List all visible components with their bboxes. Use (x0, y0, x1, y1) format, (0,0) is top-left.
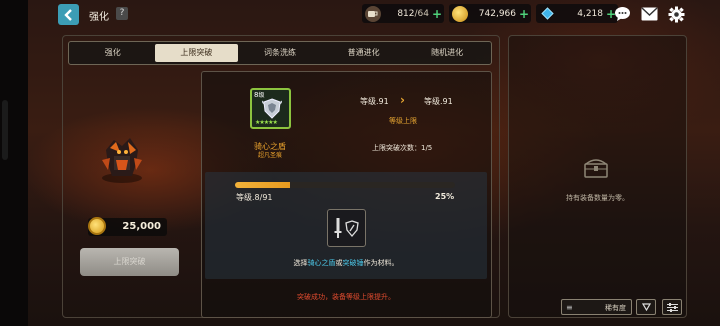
material-slot[interactable] (327, 209, 366, 247)
material-instruction: 选择骑心之盾或突破锤作为材料。 (293, 259, 399, 267)
gold-coin-icon (452, 5, 468, 22)
level-current: 等级.91 (360, 97, 389, 106)
cost-value: 25,000 (122, 221, 161, 232)
level-cap-label: 等级上限 (389, 117, 417, 125)
filter-button[interactable] (662, 299, 682, 315)
add-gold-button[interactable]: + (519, 7, 531, 21)
chest-icon (583, 154, 609, 180)
cost-display: 25,000 (88, 217, 167, 236)
triangle-down-icon (641, 303, 651, 311)
sword-icon (334, 218, 342, 238)
stamina-value: 812 (397, 8, 415, 19)
break-count: 上限突破次数：1/5 (372, 144, 433, 152)
gold-coin-icon (88, 217, 106, 235)
sort-dropdown[interactable]: ≡ 稀有度 (561, 299, 632, 315)
shield-outline-icon (345, 219, 359, 237)
stamina-resource: 812/64 + (362, 4, 444, 23)
limit-break-button[interactable]: 上限突破 (80, 248, 179, 276)
progress-percent: 25% (435, 192, 455, 201)
gold-resource: 742,966 + (449, 4, 531, 23)
stamina-cup-icon (365, 5, 381, 22)
settings-button[interactable] (666, 5, 686, 23)
gem-value: 4,218 (577, 8, 603, 19)
chat-icon (614, 7, 630, 21)
camera-notch (2, 100, 8, 160)
back-button[interactable] (58, 4, 79, 25)
item-stars: ★★★★★ (255, 119, 278, 126)
mail-icon (641, 7, 657, 21)
add-stamina-button[interactable]: + (432, 7, 444, 21)
item-grade: 超凡圣痕 (257, 152, 282, 159)
tab-reforge[interactable]: 词条洗练 (238, 44, 322, 62)
stamina-max: /64 (414, 8, 429, 19)
tab-limit-break[interactable]: 上限突破 (154, 44, 239, 62)
list-icon: ≡ (566, 303, 573, 312)
back-arrow-icon (63, 8, 72, 21)
diamond-icon (539, 6, 555, 22)
chat-button[interactable] (612, 5, 632, 23)
progress-level-text: 等级.8/91 (236, 193, 273, 202)
tab-normal-evolve[interactable]: 普通进化 (322, 44, 406, 62)
tab-enhance[interactable]: 强化 (71, 44, 155, 62)
gem-resource: 4,218 + (536, 4, 618, 23)
sort-order-button[interactable] (636, 299, 656, 315)
filter-sliders-icon (666, 302, 678, 312)
level-progress-fill (235, 182, 290, 188)
mail-button[interactable] (639, 5, 659, 23)
character-portrait (92, 130, 152, 190)
screen-edge (0, 0, 28, 326)
tab-random-evolve[interactable]: 随机进化 (405, 44, 489, 62)
gold-value: 742,966 (478, 8, 516, 19)
level-progress-bar (235, 182, 455, 188)
empty-inventory-text: 持有装备数量为零。 (566, 194, 629, 202)
status-message: 突破成功，装备等级上限提升。 (297, 293, 395, 301)
item-card[interactable]: 8级 ★★★★★ (250, 88, 291, 129)
chevron-right-icon: › (400, 93, 405, 107)
settings-gear-icon (668, 6, 684, 22)
sort-label: 稀有度 (605, 304, 626, 312)
page-title: 强化 (89, 12, 109, 23)
help-button[interactable]: ? (116, 7, 128, 20)
level-next: 等级.91 (424, 97, 453, 106)
enhance-tabs: 强化 上限突破 词条洗练 普通进化 随机进化 (68, 41, 492, 65)
